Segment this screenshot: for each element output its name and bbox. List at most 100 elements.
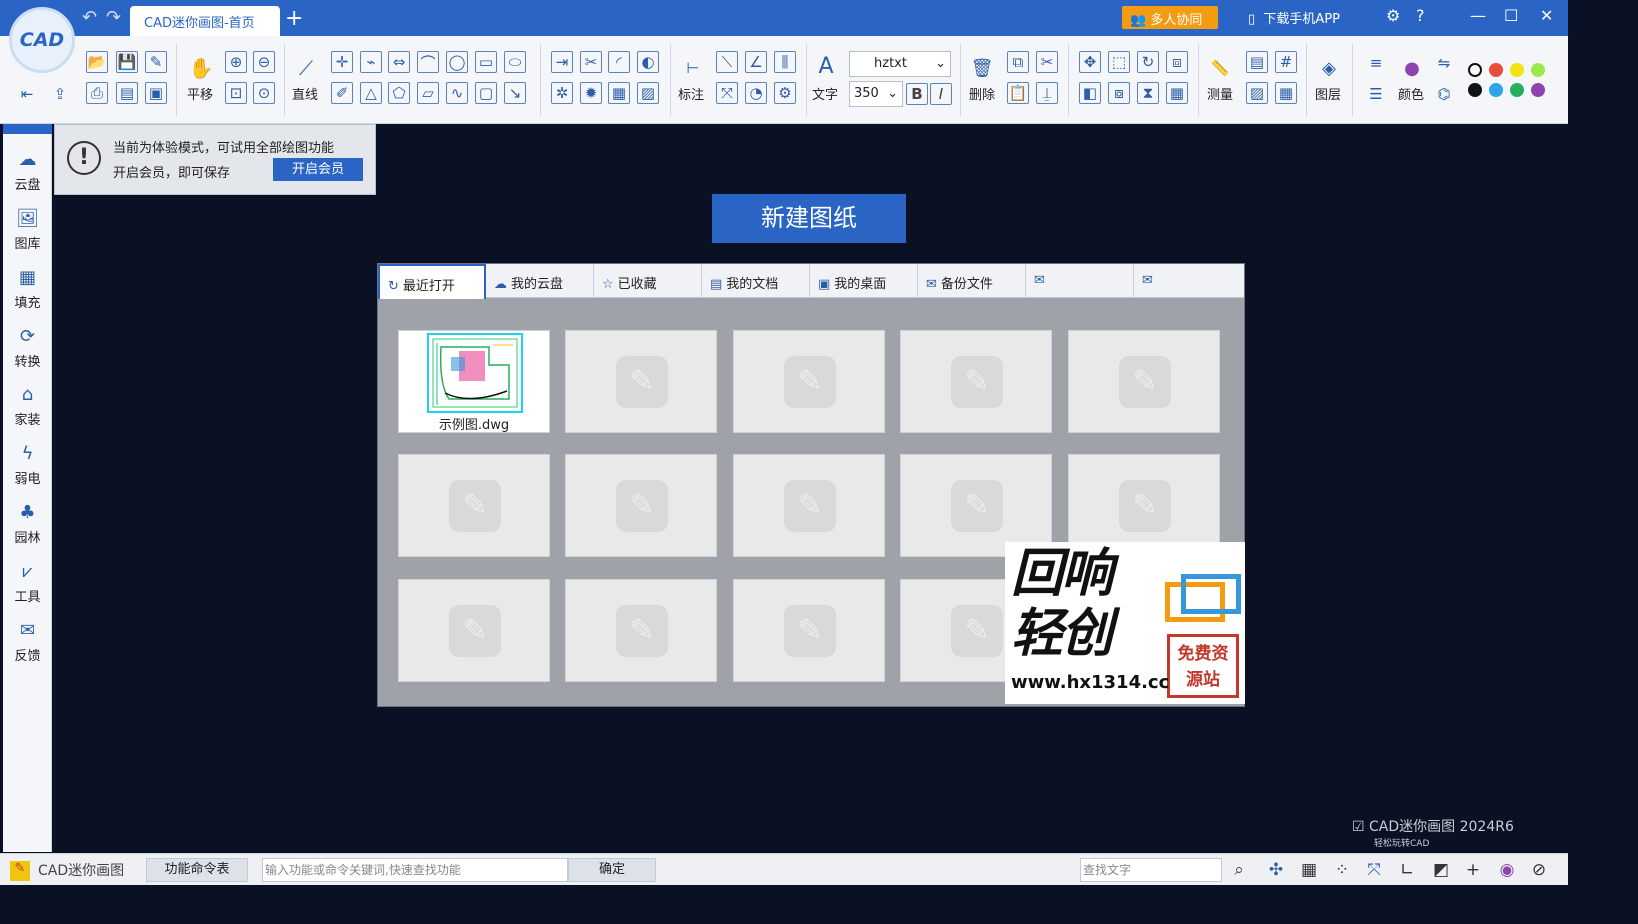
confirm-button[interactable]: 确定 <box>568 858 656 882</box>
new-tab-button[interactable]: + <box>285 6 303 31</box>
zoom-in-icon[interactable]: ⊕ <box>225 51 247 73</box>
tab-favorites[interactable]: ☆ 已收藏 <box>594 264 702 298</box>
maximize-icon[interactable]: ☐ <box>1504 6 1518 25</box>
cut-icon[interactable]: ✂ <box>1036 51 1058 73</box>
line-icon[interactable]: ⟋ <box>294 56 318 80</box>
zoom-extents-icon[interactable]: ⊙ <box>253 82 275 104</box>
new-drawing-button[interactable]: 新建图纸 <box>712 194 906 243</box>
swatch-red[interactable] <box>1489 63 1503 77</box>
collab-button[interactable]: 👥 多人协同 <box>1122 6 1218 29</box>
arc-line-icon[interactable]: ⌒ <box>417 51 439 73</box>
arrow-icon[interactable]: ↘ <box>504 82 526 104</box>
sketch-icon[interactable]: ✐ <box>331 82 353 104</box>
mirror-icon[interactable]: ⧗ <box>1137 82 1159 104</box>
pentagon-icon[interactable]: ⬠ <box>388 82 410 104</box>
triangle-icon[interactable]: △ <box>360 82 382 104</box>
angle-icon[interactable]: ∟ <box>1396 859 1418 881</box>
hand-icon[interactable]: ✋ <box>189 56 214 80</box>
crosshair-icon[interactable]: + <box>1462 859 1484 881</box>
offset-icon[interactable]: ⧈ <box>1166 51 1188 73</box>
array-icon[interactable]: ⧇ <box>1108 82 1130 104</box>
ordinate-dim-icon[interactable]: ⤧ <box>716 82 738 104</box>
minimize-icon[interactable]: — <box>1470 6 1486 25</box>
text-icon[interactable]: A <box>814 54 838 79</box>
sidebar-item-cloud[interactable]: ☁ 云盘 <box>3 148 52 193</box>
paste-icon[interactable]: 📋 <box>1007 82 1029 104</box>
file-card[interactable]: 示例图.dwg <box>398 330 550 433</box>
pdf-icon[interactable]: ▤ <box>116 82 138 104</box>
lineweight-icon[interactable]: ≡ <box>1364 51 1388 75</box>
orbit-icon[interactable]: ⊘ <box>1528 859 1550 881</box>
font-select[interactable]: hztxt ⌄ <box>849 51 951 77</box>
swatch-green-light[interactable] <box>1531 63 1545 77</box>
trash-icon[interactable]: 🗑 <box>970 56 994 80</box>
download-app-button[interactable]: ▯ 下载手机APP <box>1248 8 1340 27</box>
zoom-out-icon[interactable]: ⊖ <box>253 51 275 73</box>
grid-array-icon[interactable]: ▦ <box>1166 82 1188 104</box>
find-text-input[interactable]: 查找文字 <box>1080 858 1222 882</box>
dimension-icon[interactable]: ⊢ <box>681 56 705 80</box>
stamp-icon[interactable]: ⍊ <box>1036 82 1058 104</box>
swatch-purple[interactable] <box>1531 83 1545 97</box>
cog-shape-icon[interactable]: ✹ <box>580 82 602 104</box>
angle-dim-icon[interactable]: ∠ <box>745 51 767 73</box>
extend-icon[interactable]: ⇥ <box>551 51 573 73</box>
aligned-dim-icon[interactable]: ⟍ <box>716 51 738 73</box>
back-icon[interactable]: ⇤ <box>15 82 39 106</box>
number-icon[interactable]: # <box>1275 51 1297 73</box>
settings-icon[interactable]: ⚙ <box>1386 6 1400 25</box>
picture-icon[interactable]: ▨ <box>1246 82 1268 104</box>
command-table-button[interactable]: 功能命令表 <box>146 858 248 882</box>
layer-label[interactable]: 图层 <box>1315 84 1341 103</box>
polyline-icon[interactable]: ⌁ <box>360 51 382 73</box>
app-logo[interactable]: CAD <box>9 7 75 73</box>
pan-label[interactable]: 平移 <box>187 84 213 103</box>
brush-icon[interactable]: ⌬ <box>1432 82 1456 106</box>
dim-settings-icon[interactable]: ⚙ <box>774 82 796 104</box>
color-wheel-icon[interactable]: ● <box>1400 56 1424 80</box>
dim-label[interactable]: 标注 <box>678 84 704 103</box>
dot-grid-icon[interactable]: ⁘ <box>1331 859 1353 881</box>
swatch-blue[interactable] <box>1489 83 1503 97</box>
point-icon[interactable]: ✛ <box>331 51 353 73</box>
tab-my-cloud[interactable]: ☁ 我的云盘 <box>486 264 594 298</box>
block-icon[interactable]: ◧ <box>1079 82 1101 104</box>
ellipse-icon[interactable]: ⬭ <box>504 51 526 73</box>
area-icon[interactable]: ▤ <box>1246 51 1268 73</box>
tab-extra-2[interactable]: ✉ <box>1134 264 1242 298</box>
layers-icon[interactable]: ◈ <box>1317 56 1341 80</box>
scale-icon[interactable]: ⬚ <box>1108 51 1130 73</box>
parallelogram-icon[interactable]: ▱ <box>417 82 439 104</box>
circle-icon[interactable]: ◯ <box>446 51 468 73</box>
tab-extra-1[interactable]: ✉ <box>1026 264 1134 298</box>
grid-icon[interactable]: ▦ <box>1298 859 1320 881</box>
close-icon[interactable]: ✕ <box>1540 6 1553 25</box>
import-icon[interactable]: ⇪ <box>48 82 72 106</box>
chamfer-icon[interactable]: ◐ <box>637 51 659 73</box>
image-export-icon[interactable]: ▣ <box>145 82 167 104</box>
sidebar-item-tools[interactable]: ⩗ 工具 <box>3 560 52 605</box>
table-icon[interactable]: ▦ <box>1275 82 1297 104</box>
save-icon[interactable]: 💾 <box>116 51 138 73</box>
tab-my-desktop[interactable]: ▣ 我的桌面 <box>810 264 918 298</box>
match-prop-icon[interactable]: ⇋ <box>1432 51 1456 75</box>
copy-icon[interactable]: ⧉ <box>1007 51 1029 73</box>
help-icon[interactable]: ? <box>1416 6 1425 25</box>
rect-icon[interactable]: ▭ <box>475 51 497 73</box>
swatch-green[interactable] <box>1510 83 1524 97</box>
ortho-icon[interactable]: ⤧ <box>1363 859 1385 881</box>
xline-icon[interactable]: ⇔ <box>388 51 410 73</box>
sidebar-item-electric[interactable]: ϟ 弱电 <box>3 442 52 487</box>
insert-image-icon[interactable]: ▨ <box>637 82 659 104</box>
move-icon[interactable]: ✥ <box>1079 51 1101 73</box>
line-label[interactable]: 直线 <box>292 84 318 103</box>
sidebar-item-gallery[interactable]: 🖼 图库 <box>3 207 52 252</box>
italic-button[interactable]: I <box>930 83 952 105</box>
dynamic-input-icon[interactable]: ◩ <box>1430 859 1452 881</box>
command-search-input[interactable]: 输入功能或命令关键词,快速查找功能 <box>262 858 568 882</box>
swatch-white[interactable] <box>1468 63 1482 77</box>
sidebar-item-home[interactable]: ⌂ 家装 <box>3 383 52 428</box>
swatch-black[interactable] <box>1468 83 1482 97</box>
color-label[interactable]: 颜色 <box>1398 84 1424 103</box>
sidebar-item-convert[interactable]: ⟳ 转换 <box>3 325 52 370</box>
